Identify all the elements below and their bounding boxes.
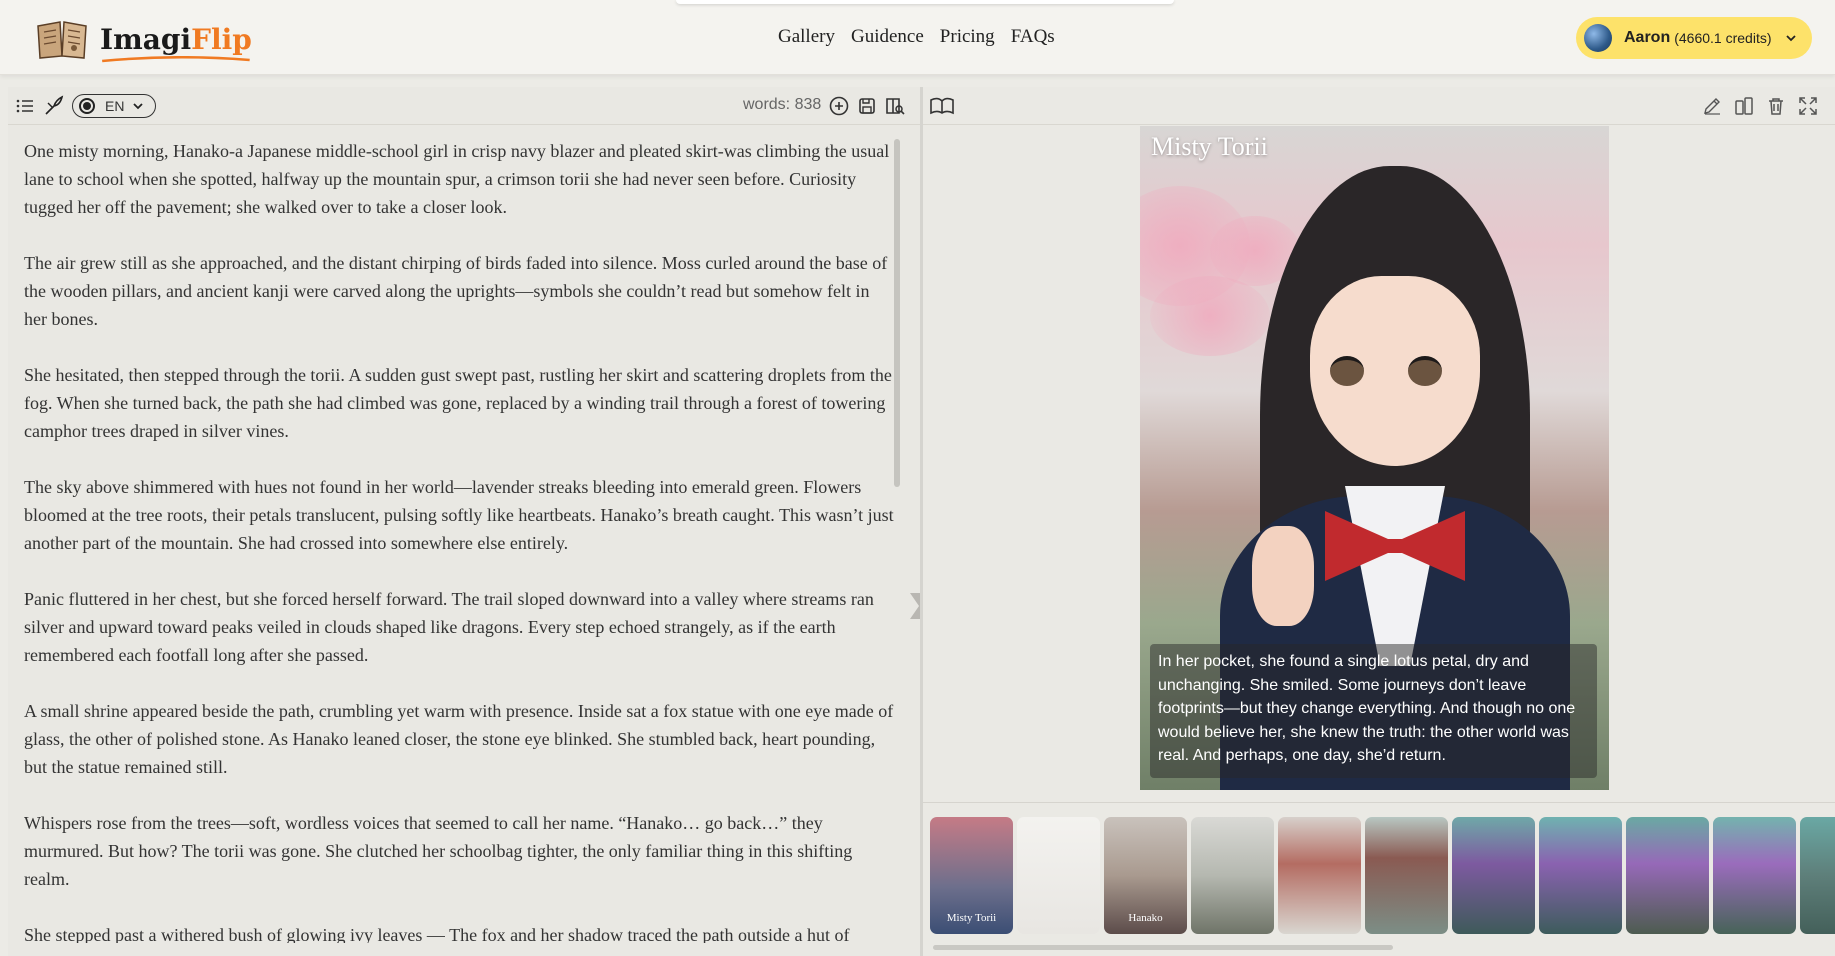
page-thumbnail[interactable]: Misty Torii	[930, 817, 1013, 934]
editor-scrollbar[interactable]	[894, 139, 900, 487]
book-logo-icon	[37, 21, 87, 59]
thumbnail-label: Hanako	[1128, 912, 1163, 924]
thumbnail-scrollbar[interactable]	[933, 945, 1393, 950]
page-thumbnail-strip: Misty Torii Hanako	[923, 802, 1835, 952]
logo-text-imagi: Imagi	[100, 22, 192, 56]
preview-panel: Misty Torii In her pocket, she found a s…	[923, 87, 1835, 956]
edit-pencil-icon[interactable]	[1701, 95, 1723, 117]
word-count: words: 838	[743, 96, 822, 113]
story-paragraph: Panic fluttered in her chest, but she fo…	[24, 589, 874, 665]
page-thumbnail[interactable]	[1539, 817, 1622, 934]
radio-dot-icon	[79, 98, 95, 114]
page-thumbnail[interactable]	[1452, 817, 1535, 934]
page-thumbnail[interactable]	[1191, 817, 1274, 934]
story-paragraph: Whispers rose from the trees—soft, wordl…	[24, 813, 853, 889]
open-book-icon[interactable]	[929, 95, 955, 117]
list-icon[interactable]	[14, 95, 36, 117]
nav-guidence[interactable]: Guidence	[851, 26, 924, 48]
story-paragraph: The air grew still as she approached, an…	[24, 253, 888, 329]
story-paragraph: She hesitated, then stepped through the …	[24, 365, 892, 441]
avatar	[1584, 24, 1612, 52]
user-credits: (4660.1 credits)	[1674, 30, 1772, 46]
page-title: Misty Torii	[1151, 132, 1268, 161]
editor-toolbar: EN words: 838	[8, 87, 920, 125]
page-thumbnail[interactable]	[1713, 817, 1796, 934]
character-hand	[1252, 526, 1314, 626]
top-header: ImagiFlip Gallery Guidence Pricing FAQs …	[0, 0, 1835, 75]
logo-wordmark: ImagiFlip	[100, 22, 252, 62]
page-thumbnail[interactable]: Hanako	[1104, 817, 1187, 934]
user-name: Aaron	[1624, 29, 1671, 46]
book-search-icon[interactable]	[884, 95, 906, 117]
main-nav: Gallery Guidence Pricing FAQs	[778, 26, 1055, 48]
chevron-down-icon	[1785, 35, 1796, 42]
page-thumbnail[interactable]	[1365, 817, 1448, 934]
page-thumbnail[interactable]	[1017, 817, 1100, 934]
top-search-sliver[interactable]	[676, 0, 1174, 4]
story-paragraph: She stepped past a withered bush of glow…	[24, 925, 850, 943]
page-thumbnail[interactable]	[1800, 817, 1835, 934]
story-text[interactable]: One misty morning, Hanako-a Japanese mid…	[24, 137, 894, 943]
page-thumbnail[interactable]	[1626, 817, 1709, 934]
nav-gallery[interactable]: Gallery	[778, 26, 835, 48]
language-select[interactable]: EN	[72, 94, 156, 118]
quill-pen-icon[interactable]	[42, 95, 64, 117]
trash-icon[interactable]	[1765, 95, 1787, 117]
add-circle-icon[interactable]	[828, 95, 850, 117]
story-paragraph: The sky above shimmered with hues not fo…	[24, 477, 894, 553]
story-editor-panel: EN words: 838 One misty morning, Hanako-…	[8, 87, 928, 956]
chevron-down-icon	[133, 103, 144, 110]
logo[interactable]: ImagiFlip	[36, 18, 252, 62]
story-paragraph: A small shrine appeared beside the path,…	[24, 701, 894, 777]
cherry-blossom	[1150, 276, 1270, 356]
page-illustration[interactable]: Misty Torii In her pocket, she found a s…	[1140, 126, 1609, 790]
nav-pricing[interactable]: Pricing	[940, 26, 995, 48]
save-icon[interactable]	[856, 95, 878, 117]
user-menu-button[interactable]: Aaron (4660.1 credits)	[1576, 17, 1812, 59]
language-value: EN	[105, 98, 125, 114]
page-caption: In her pocket, she found a single lotus …	[1150, 644, 1597, 778]
fullscreen-icon[interactable]	[1797, 95, 1819, 117]
story-paragraph: One misty morning, Hanako-a Japanese mid…	[24, 141, 890, 217]
thumbnail-label: Misty Torii	[946, 912, 997, 924]
logo-swoosh-icon	[102, 55, 250, 62]
character-eye	[1408, 356, 1442, 386]
logo-text-flip: Flip	[191, 22, 252, 56]
preview-toolbar	[923, 87, 1835, 125]
character-eye	[1330, 356, 1364, 386]
compare-columns-icon[interactable]	[1733, 95, 1755, 117]
nav-faqs[interactable]: FAQs	[1011, 26, 1055, 48]
page-thumbnail[interactable]	[1278, 817, 1361, 934]
